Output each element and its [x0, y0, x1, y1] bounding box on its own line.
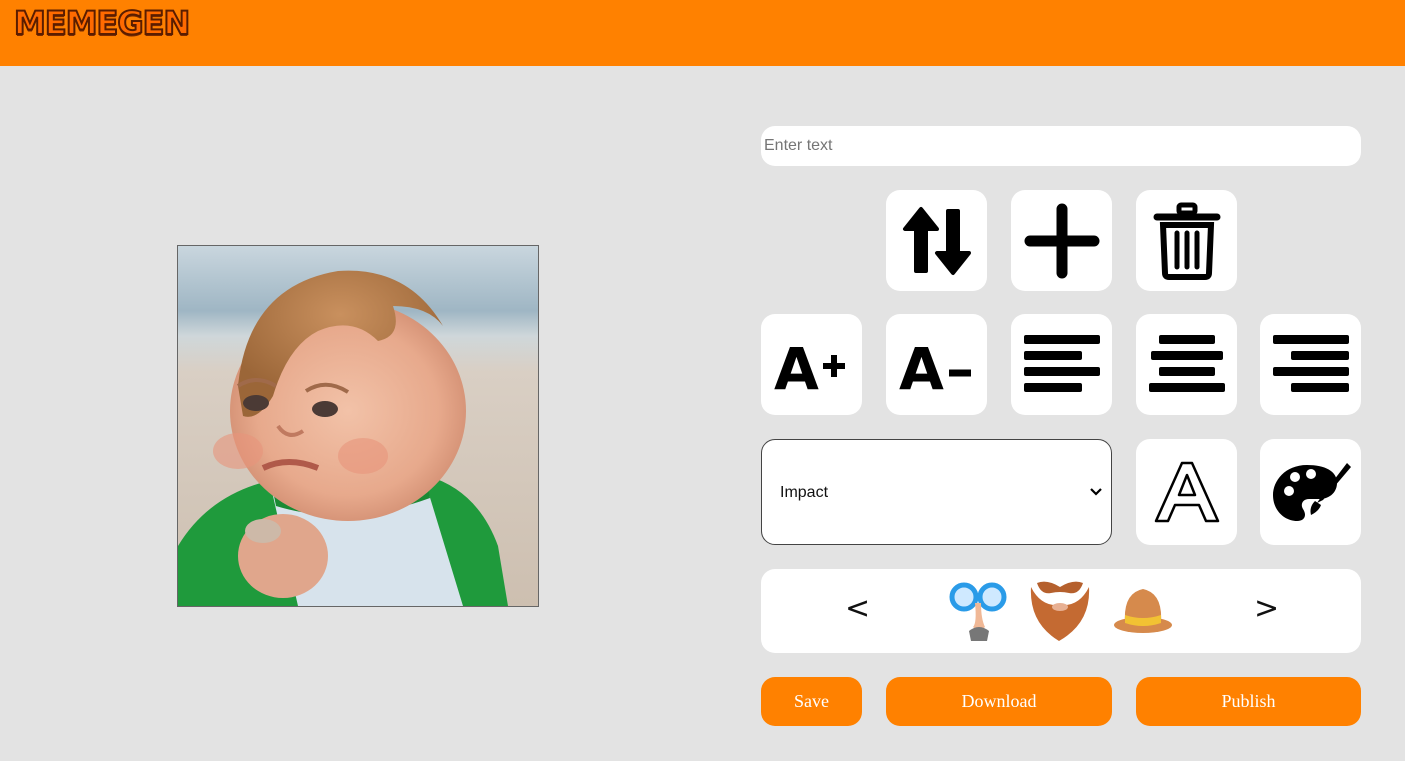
- increase-font-icon: A: [774, 335, 845, 403]
- save-button[interactable]: Save: [761, 677, 862, 726]
- align-left-icon: [1023, 334, 1100, 392]
- switch-line-button[interactable]: [886, 190, 987, 291]
- glasses-nose-sticker[interactable]: [947, 579, 1011, 643]
- sticker-next-button[interactable]: >: [1254, 589, 1279, 629]
- svg-text:A: A: [774, 335, 819, 403]
- publish-button[interactable]: Publish: [1136, 677, 1361, 726]
- align-right-button[interactable]: [1260, 314, 1361, 415]
- app-logo[interactable]: MEMEGEN: [13, 3, 191, 43]
- align-center-button[interactable]: [1136, 314, 1237, 415]
- add-line-button[interactable]: [1011, 190, 1112, 291]
- delete-line-icon: [1153, 202, 1220, 280]
- stroke-color-button[interactable]: [1136, 439, 1237, 545]
- increase-font-button[interactable]: A: [761, 314, 862, 415]
- add-line-icon: [1024, 203, 1099, 278]
- font-family-value: Impact: [780, 484, 829, 501]
- success-kid-meme-image: [178, 246, 538, 606]
- fill-color-palette-icon: [1272, 463, 1351, 521]
- meme-text-input[interactable]: [761, 126, 1361, 166]
- hat-sticker[interactable]: [1113, 581, 1173, 635]
- sticker-carousel: < >: [761, 569, 1361, 653]
- sticker-prev-button[interactable]: <: [845, 589, 870, 629]
- svg-text:A: A: [899, 335, 944, 403]
- font-family-select[interactable]: Impact: [761, 439, 1112, 545]
- download-button[interactable]: Download: [886, 677, 1112, 726]
- switch-lines-icon: [902, 206, 971, 275]
- align-center-icon: [1148, 334, 1225, 392]
- decrease-font-button[interactable]: A: [886, 314, 987, 415]
- align-right-icon: [1272, 334, 1349, 392]
- delete-line-button[interactable]: [1136, 190, 1237, 291]
- meme-canvas[interactable]: [177, 245, 539, 607]
- decrease-font-icon: A: [899, 335, 971, 403]
- align-left-button[interactable]: [1011, 314, 1112, 415]
- app-header: MEMEGEN: [0, 0, 1405, 66]
- chevron-down-icon: [1090, 488, 1102, 496]
- beard-sticker[interactable]: [1029, 577, 1091, 643]
- stroke-color-icon: [1154, 461, 1219, 523]
- fill-color-button[interactable]: [1260, 439, 1361, 545]
